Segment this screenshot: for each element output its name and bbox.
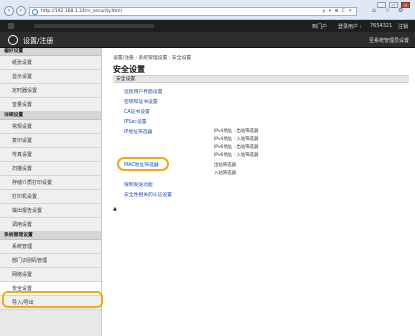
sidebar-section-detail: 详细设置 bbox=[0, 112, 101, 120]
link-ipsec[interactable]: IPSec设置 bbox=[124, 118, 147, 125]
breadcrumb: 设置/注册 : 系统管理设置 : 安全设置 bbox=[113, 56, 192, 61]
back-button-icon[interactable]: ‹ bbox=[4, 6, 14, 16]
link-mac-filter[interactable]: MAC地址筛选器 bbox=[124, 161, 159, 168]
settings-logo-icon bbox=[8, 35, 18, 45]
maximize-button[interactable]: □ bbox=[389, 2, 398, 8]
link-ip-filter[interactable]: IP地址筛选器 bbox=[124, 128, 152, 135]
forward-button-icon[interactable]: › bbox=[16, 6, 26, 16]
sidebar-item-scan[interactable]: 扫描设置 bbox=[0, 162, 101, 176]
sidebar: 偏好设置 纸张设置 显示设置 定时器设置 音量设置 详细设置 常规设置 复印设置… bbox=[0, 48, 102, 336]
logout-link[interactable]: 注销 bbox=[398, 23, 408, 30]
back-to-top-icon[interactable]: ▲ bbox=[113, 206, 117, 212]
sidebar-item-printer[interactable]: 打印机设置 bbox=[0, 190, 101, 204]
minimize-button[interactable]: _ bbox=[377, 2, 386, 8]
sidebar-item-recall[interactable]: 调用设置 bbox=[0, 218, 101, 232]
main-content: 设置/注册 : 系统管理设置 : 安全设置 安全设置 安全设置 远程用户界面设置… bbox=[103, 48, 415, 336]
link-ca-cert[interactable]: CA证书设置 bbox=[124, 108, 150, 115]
link-remote-ui[interactable]: 远程用户界面设置 bbox=[124, 88, 162, 95]
admin-settings-link[interactable]: 至系统管理员设置 bbox=[369, 37, 409, 44]
sidebar-section-preferences: 偏好设置 bbox=[0, 48, 101, 56]
sidebar-item-department-id[interactable]: 部门识别码管理 bbox=[0, 254, 101, 268]
sidebar-item-fax[interactable]: 传真设置 bbox=[0, 148, 101, 162]
home-icon[interactable]: ⌂ bbox=[372, 7, 376, 14]
ip-filter-option: IPv4地址 : 入站筛选器 bbox=[214, 137, 259, 142]
login-user-label: 登录用户 : bbox=[338, 24, 362, 30]
sidebar-item-display[interactable]: 显示设置 bbox=[0, 70, 101, 84]
sidebar-item-media-print[interactable]: 存储介质打印设置 bbox=[0, 176, 101, 190]
sidebar-item-security[interactable]: 安全设置 bbox=[0, 282, 101, 296]
login-user-value: 7654321 bbox=[370, 23, 393, 29]
mac-filter-option: 入站筛选器 bbox=[214, 171, 236, 176]
sidebar-item-report[interactable]: 输出报告设置 bbox=[0, 204, 101, 218]
close-button[interactable]: × bbox=[401, 2, 410, 8]
sidebar-item-paper[interactable]: 纸张设置 bbox=[0, 56, 101, 70]
sidebar-item-general[interactable]: 常规设置 bbox=[0, 120, 101, 134]
address-tools[interactable]: ρ ▾ ⊞ C ✕ bbox=[322, 9, 353, 14]
top-bar: 到门户 登录用户 : 7654321 注销 bbox=[0, 20, 415, 32]
sidebar-item-system-management[interactable]: 系统管理 bbox=[0, 240, 101, 254]
mac-filter-option: 出站筛选器 bbox=[214, 163, 236, 168]
sidebar-section-system: 系统管理设置 bbox=[0, 232, 101, 240]
header-title: 设置/注册 bbox=[23, 37, 54, 45]
sidebar-item-volume[interactable]: 音量设置 bbox=[0, 98, 101, 112]
ip-filter-option: IPv6地址 : 出站筛选器 bbox=[214, 145, 259, 150]
settings-gear-icon[interactable]: ⚙ bbox=[398, 7, 403, 14]
portal-link[interactable]: 到门户 bbox=[312, 23, 327, 30]
link-key-cert[interactable]: 密钥和证书设置 bbox=[124, 98, 158, 105]
sidebar-item-timer[interactable]: 定时器设置 bbox=[0, 84, 101, 98]
browser-toolbar: ‹ › http://192.168.1.24/rs_security.html… bbox=[0, 0, 415, 20]
device-icon bbox=[8, 23, 14, 29]
sidebar-item-import-export[interactable]: 导入/导出 bbox=[0, 296, 101, 310]
page-title: 安全设置 bbox=[113, 65, 145, 74]
sidebar-item-copy[interactable]: 复印设置 bbox=[0, 134, 101, 148]
ip-filter-option: IPv4地址 : 出站筛选器 bbox=[214, 129, 259, 134]
address-bar[interactable]: http://192.168.1.24/rs_security.html ρ ▾… bbox=[29, 7, 357, 16]
favorites-icon[interactable]: ☆ bbox=[385, 7, 390, 14]
browser-logo-icon bbox=[32, 9, 38, 15]
page-header: 设置/注册 至系统管理员设置 bbox=[0, 32, 415, 48]
section-header: 安全设置 bbox=[113, 75, 409, 83]
address-url: http://192.168.1.24/rs_security.html bbox=[41, 9, 122, 14]
link-restrict-send[interactable]: 限制发送功能 bbox=[124, 181, 153, 188]
device-name-blurred bbox=[34, 24, 154, 28]
ip-filter-option: IPv6地址 : 入站筛选器 bbox=[214, 153, 259, 158]
sidebar-item-network[interactable]: 网络设置 bbox=[0, 268, 101, 282]
link-security-auth[interactable]: 安全性相关的认证设置 bbox=[124, 191, 172, 198]
